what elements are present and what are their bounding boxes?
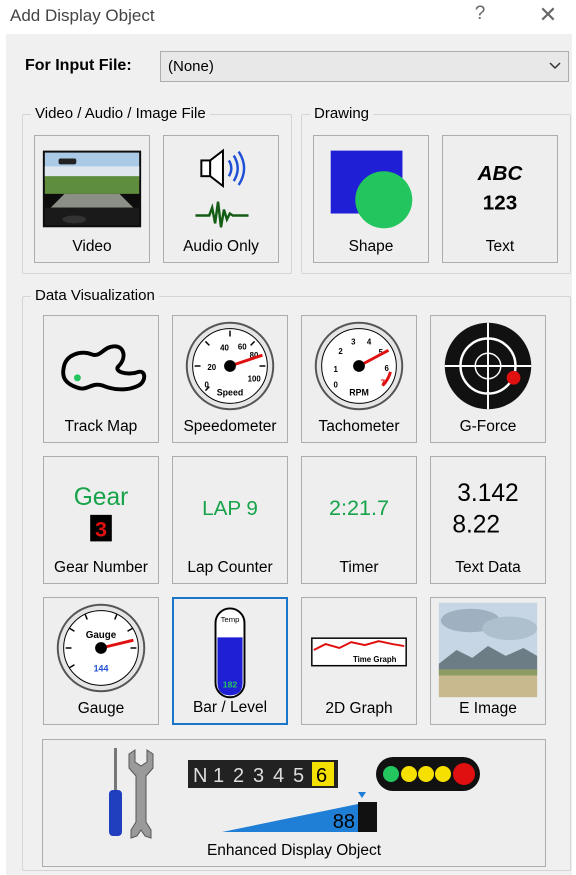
tachometer-tick-1: 1 [333,365,338,374]
text-icon-line-2: 123 [483,192,517,215]
gear-number-label: Gear Number [54,559,148,576]
bar-level-tile[interactable]: Temp 182 Bar / Level [172,597,288,725]
gauge-icon: Gauge 144 [56,603,146,693]
text-data-label: Text Data [455,559,521,576]
shift-lights-icon [376,757,480,791]
tachometer-tick-0: 0 [333,381,338,390]
screwdriver-icon [109,748,122,836]
gear-strip-6: 6 [316,765,327,787]
e-image-label: E Image [459,700,517,717]
chevron-down-icon[interactable] [548,58,562,72]
text-icon-line-1: ABC [477,162,524,185]
gear-number-tile[interactable]: Gear 3 Gear Number [43,456,159,584]
tachometer-tick-4: 4 [367,337,372,346]
speedometer-tick-0: 0 [204,381,209,390]
lap-counter-icon-text: LAP 9 [202,497,258,520]
tachometer-tick-3: 3 [351,337,356,346]
gear-strip-4: 4 [273,765,284,787]
drawing-group-title: Drawing [310,105,374,123]
text-data-tile[interactable]: 3.142 8.22 Text Data [430,456,546,584]
input-file-select[interactable]: (None) [160,51,569,82]
gear-strip-1: 1 [213,765,224,787]
text-icon: ABC 123 [477,162,524,215]
speedometer-tick-20: 20 [207,363,216,372]
enhanced-display-label: Enhanced Display Object [206,842,382,859]
landscape-icon [438,602,538,698]
graph-icon: Time Graph [311,637,407,667]
close-button[interactable]: ✕ [536,2,560,28]
gauge-value: 144 [94,664,109,674]
shape-label: Shape [348,238,394,255]
gear-number-icon: Gear 3 [74,484,129,541]
tachometer-icon: 1 2 3 4 5 6 7 0 RPM [314,321,404,411]
help-button[interactable]: ? [470,3,490,25]
timer-tile[interactable]: 2:21.7 Timer [301,456,417,584]
graph-2d-tile[interactable]: Time Graph 2D Graph [301,597,417,725]
speedometer-tick-100: 100 [248,375,262,384]
text-data-line-2: 8.22 [452,512,500,539]
audio-icon [195,148,249,228]
lap-counter-icon: LAP 9 [202,497,258,520]
gear-strip-3: 3 [253,765,264,787]
audio-only-label: Audio Only [183,238,259,255]
bar-level-icon: Temp 182 [214,607,246,699]
track-map-label: Track Map [64,418,138,435]
speedometer-label: Speedometer [183,418,277,435]
g-force-icon [444,322,532,410]
audio-only-tile[interactable]: Audio Only [163,135,279,263]
timer-label: Timer [339,559,379,576]
speedometer-dial-text: Speed [217,387,244,397]
graph-icon-text: Time Graph [353,655,397,664]
text-tile[interactable]: ABC 123 Text [442,135,558,263]
bar-level-value: 182 [223,680,238,690]
gear-strip-2: 2 [233,765,244,787]
ramp-value: 88 [333,811,355,833]
gear-strip-5: 5 [293,765,304,787]
title-bar: Add Display Object ? ✕ [0,0,576,34]
enhanced-display-tile[interactable]: N 1 2 3 4 5 6 88 Enhanced Display Object [42,739,546,867]
gauge-tile[interactable]: Gauge 144 Gauge [43,597,159,725]
input-file-value: (None) [168,58,214,75]
track-map-tile[interactable]: Track Map [43,315,159,443]
gauge-label: Gauge [77,700,125,717]
media-group-title: Video / Audio / Image File [31,105,210,123]
video-tile[interactable]: Video [34,135,150,263]
tachometer-tile[interactable]: 1 2 3 4 5 6 7 0 RPM Tachometer [301,315,417,443]
tachometer-dial-text: RPM [349,387,369,397]
shape-tile[interactable]: Shape [313,135,429,263]
track-map-icon [61,344,147,392]
e-image-tile[interactable]: E Image [430,597,546,725]
window-title: Add Display Object [10,6,155,25]
tachometer-tick-6: 6 [385,364,390,373]
data-viz-group-title: Data Visualization [31,287,159,305]
gauge-dial-text: Gauge [86,630,117,641]
speedometer-tick-40: 40 [220,343,229,352]
video-icon [42,150,142,228]
gear-strip-n: N [193,765,207,787]
shape-icon [330,150,413,229]
text-label: Text [485,238,515,255]
speedometer-tick-60: 60 [238,342,247,351]
wrench-icon [128,749,154,839]
g-force-label: G-Force [459,418,517,435]
g-force-tile[interactable]: G-Force [430,315,546,443]
gear-number-icon-text: Gear [74,484,129,511]
speedometer-tile[interactable]: 20 40 60 80 100 0 Speed Speedometer [172,315,288,443]
lap-counter-tile[interactable]: LAP 9 Lap Counter [172,456,288,584]
timer-icon-text: 2:21.7 [329,495,389,520]
input-file-label: For Input File: [25,57,132,74]
graph-2d-label: 2D Graph [325,700,393,717]
text-data-icon: 3.142 8.22 [452,480,518,539]
video-label: Video [72,238,112,255]
text-data-line-1: 3.142 [457,480,518,507]
enhanced-display-icon: N 1 2 3 4 5 6 88 [109,748,480,839]
tachometer-tick-2: 2 [338,347,343,356]
bar-level-dial-text: Temp [221,615,240,624]
gear-number-value: 3 [95,516,107,541]
bar-level-label: Bar / Level [192,699,268,716]
tachometer-label: Tachometer [318,418,400,435]
speedometer-icon: 20 40 60 80 100 0 Speed [185,321,275,411]
lap-counter-label: Lap Counter [187,559,273,576]
timer-icon: 2:21.7 [329,495,389,520]
